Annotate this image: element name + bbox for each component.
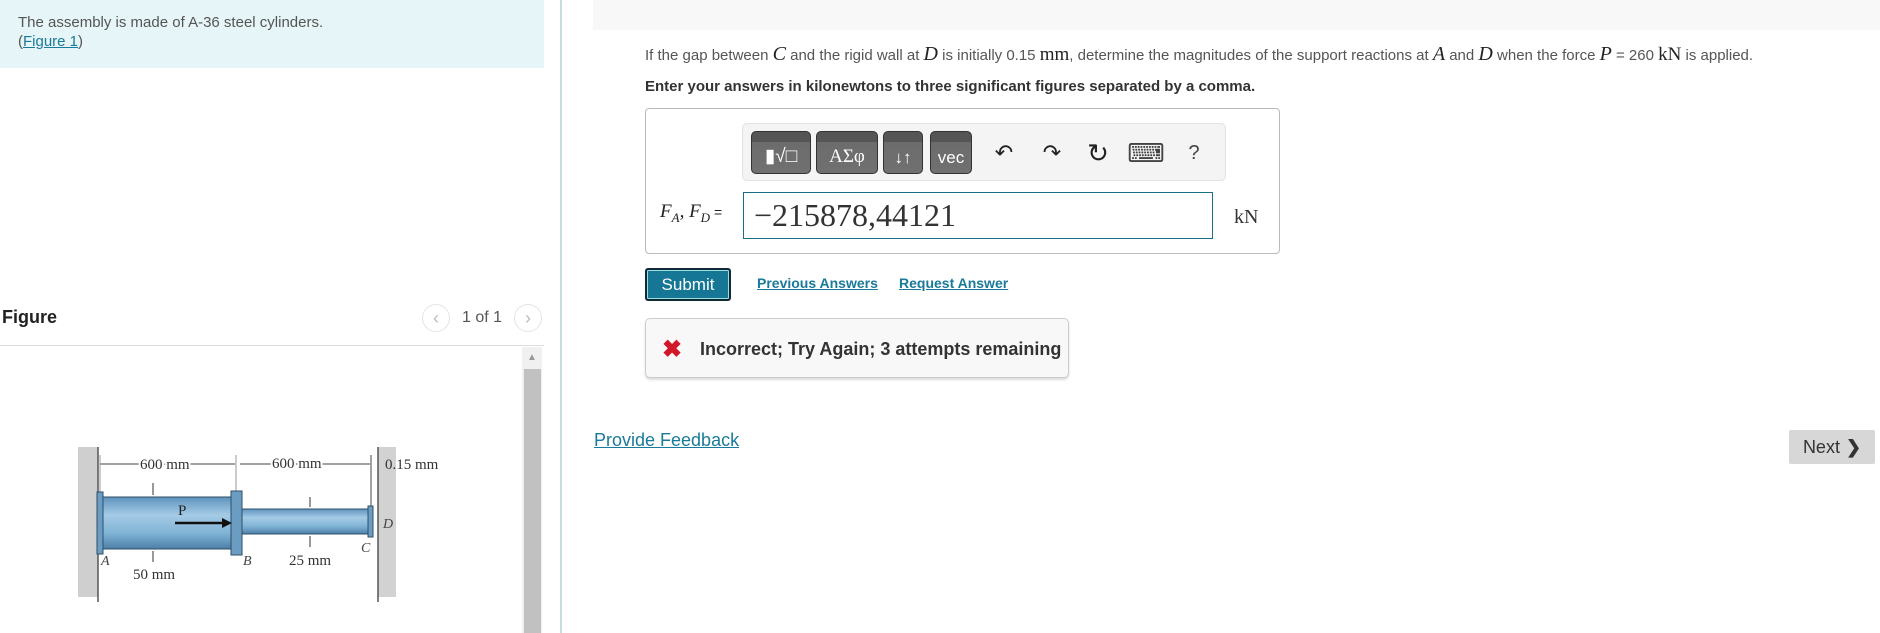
problem-intro: The assembly is made of A-36 steel cylin…	[0, 0, 544, 68]
flange-a	[96, 491, 104, 555]
q-text-2: and the rigid wall at	[785, 47, 924, 64]
templates-button[interactable]: ▮√□	[751, 131, 811, 174]
undo-icon[interactable]: ↶	[989, 138, 1019, 168]
figure-link[interactable]: Figure 1	[23, 33, 78, 50]
label-p: P	[178, 503, 186, 519]
label-d: D	[382, 517, 393, 532]
q-text-5: and	[1445, 47, 1479, 64]
answer-label: FA, FD =	[660, 201, 722, 226]
redo-icon[interactable]: ↷	[1037, 138, 1067, 168]
question-text: If the gap between C and the rigid wall …	[645, 43, 1753, 66]
scroll-up-arrow-icon[interactable]: ▲	[522, 347, 542, 367]
feedback-message: ✖ Incorrect; Try Again; 3 attempts remai…	[645, 318, 1069, 378]
end-cap-c	[367, 505, 374, 538]
flange-b	[230, 490, 243, 556]
figure-area: 600 mm 600 mm 0.15 mm P 50 mm 25 mm A B	[0, 347, 544, 633]
submit-button[interactable]: Submit	[645, 268, 731, 301]
answer-instructions: Enter your answers in kilonewtons to thr…	[645, 78, 1256, 95]
label-eq: =	[710, 204, 723, 220]
wall-left	[78, 447, 98, 597]
previous-answers-link[interactable]: Previous Answers	[757, 275, 878, 291]
arrows-button[interactable]: ↓↑	[883, 131, 923, 174]
var-c: C	[772, 43, 786, 65]
var-d: D	[923, 43, 938, 65]
panel-divider	[560, 0, 562, 633]
label-sep: ,	[679, 201, 690, 222]
greek-icon: ΑΣφ	[829, 146, 865, 167]
answer-input[interactable]: −215878,44121	[743, 192, 1213, 239]
figure-header: Figure ‹ 1 of 1 ›	[0, 300, 544, 346]
help-icon[interactable]: ?	[1179, 138, 1209, 168]
unit-mm: mm	[1039, 44, 1070, 65]
keyboard-icon[interactable]: ⌨	[1127, 138, 1165, 168]
next-figure-button[interactable]: ›	[514, 304, 542, 332]
chevron-left-icon: ‹	[432, 307, 439, 328]
dim-gap: 0.15 mm	[385, 457, 439, 473]
cylinder-bc	[241, 508, 371, 535]
page: The assembly is made of A-36 steel cylin…	[0, 0, 1880, 633]
dim-left-length: 600 mm	[140, 457, 190, 473]
dim-right-diameter: 25 mm	[289, 553, 331, 569]
arrows-icon: ↓↑	[894, 148, 912, 167]
unit-kn: kN	[1658, 44, 1682, 65]
feedback-text: Incorrect; Try Again; 3 attempts remaini…	[700, 339, 1062, 359]
dim-left-diameter: 50 mm	[133, 567, 175, 583]
q-text-3: is initially 0.15	[937, 47, 1040, 64]
greek-symbols-button[interactable]: ΑΣφ	[816, 131, 878, 174]
var-p: P	[1599, 43, 1612, 65]
chevron-right-icon: ❯	[1845, 436, 1862, 457]
q-text-6: when the force	[1492, 47, 1600, 64]
vector-button[interactable]: vec	[930, 131, 972, 174]
request-answer-link[interactable]: Request Answer	[899, 275, 1008, 291]
reset-icon[interactable]: ↻	[1083, 138, 1113, 168]
incorrect-x-icon: ✖	[662, 336, 683, 363]
label-sub-a: A	[671, 209, 680, 225]
answer-box: ▮√□ ΑΣφ ↓↑ vec ↶ ↷ ↻ ⌨ ? FA, FD = −21587…	[645, 108, 1280, 254]
label-f2: F	[689, 201, 701, 222]
templates-icon: ▮√□	[764, 146, 798, 167]
var-d: D	[1478, 43, 1493, 65]
math-toolbar: ▮√□ ΑΣφ ↓↑ vec ↶ ↷ ↻ ⌨ ?	[742, 123, 1226, 181]
q-text-7: = 260	[1611, 47, 1659, 64]
label-sub-d: D	[700, 209, 711, 225]
figure-diagram: 600 mm 600 mm 0.15 mm P 50 mm 25 mm A B	[78, 447, 439, 602]
q-text-8: is applied.	[1681, 47, 1754, 64]
var-a: A	[1432, 43, 1446, 65]
vec-label: vec	[937, 148, 965, 167]
q-text-4: , determine the magnitudes of the suppor…	[1069, 47, 1433, 64]
paren-close: )	[78, 33, 84, 50]
next-button[interactable]: Next ❯	[1789, 430, 1875, 464]
figure-scrollbar[interactable]: ▲	[522, 347, 542, 633]
provide-feedback-link[interactable]: Provide Feedback	[594, 430, 739, 451]
q-text-1: If the gap between	[645, 47, 773, 64]
figure-pager: ‹ 1 of 1 ›	[421, 304, 542, 332]
label-b: B	[243, 554, 252, 569]
pager-text: 1 of 1	[461, 309, 502, 326]
intro-text: The assembly is made of A-36 steel cylin…	[18, 14, 324, 31]
prev-figure-button[interactable]: ‹	[421, 304, 450, 332]
label-a: A	[100, 554, 110, 569]
chevron-right-icon: ›	[525, 307, 531, 328]
top-bar	[593, 0, 1880, 30]
label-c: C	[361, 541, 371, 556]
figure-link-line: (Figure 1)	[18, 32, 526, 51]
label-f: F	[660, 201, 672, 222]
figure-title: Figure	[2, 307, 58, 327]
next-label: Next	[1802, 436, 1840, 457]
answer-unit: kN	[1234, 206, 1259, 228]
scrollbar-thumb[interactable]	[524, 369, 541, 633]
dim-right-length: 600 mm	[272, 456, 322, 472]
